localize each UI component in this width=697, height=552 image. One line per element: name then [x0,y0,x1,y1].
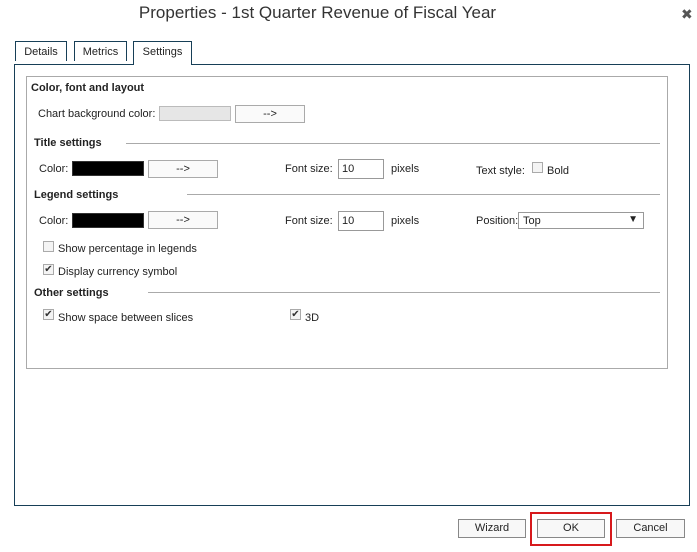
divider [126,143,660,144]
legend-font-size-label: Font size: [285,215,333,227]
legend-font-size-units: pixels [391,215,420,227]
legend-color-picker-button[interactable]: --> [148,211,218,229]
chart-bg-color-swatch [159,106,231,121]
title-font-size-label: Font size: [285,163,333,175]
legend-position-select[interactable]: Top ▼ [518,212,644,229]
currency-symbol-checkbox[interactable]: ✔ [43,264,54,275]
legend-color-label: Color: [39,215,69,227]
divider [148,292,660,293]
chevron-down-icon: ▼ [628,214,638,225]
3d-checkbox[interactable]: ✔ [290,309,301,320]
legend-position-label: Position: [476,215,519,227]
currency-symbol-label: Display currency symbol [58,266,178,278]
bold-label: Bold [547,165,570,177]
show-percentage-label: Show percentage in legends [58,243,197,255]
bold-checkbox[interactable] [532,162,543,173]
title-color-swatch [72,161,144,176]
legend-color-swatch [72,213,144,228]
cancel-button[interactable]: Cancel [616,519,685,538]
show-percentage-checkbox[interactable] [43,241,54,252]
text-style-label: Text style: [476,165,525,177]
title-font-size-units: pixels [391,163,420,175]
legend-font-size-input[interactable]: 10 [338,211,384,231]
section-heading-legend-settings: Legend settings [34,189,119,201]
chart-bg-color-picker-button[interactable]: --> [235,105,305,123]
divider [187,194,660,195]
tab-metrics[interactable]: Metrics [74,41,127,61]
chart-bg-color-label: Chart background color: [38,108,156,120]
legend-position-value: Top [523,215,541,227]
tab-settings[interactable]: Settings [133,41,192,65]
title-color-picker-button[interactable]: --> [148,160,218,178]
3d-label: 3D [305,312,320,324]
close-icon[interactable]: ✖ [681,7,693,21]
space-between-slices-label: Show space between slices [58,312,194,324]
section-heading-color-font-layout: Color, font and layout [31,82,145,94]
title-color-label: Color: [39,163,69,175]
window-title: Properties - 1st Quarter Revenue of Fisc… [138,3,497,22]
section-heading-other-settings: Other settings [34,287,109,299]
wizard-button[interactable]: Wizard [458,519,526,538]
tab-details[interactable]: Details [15,41,67,61]
ok-button[interactable]: OK [537,519,605,538]
title-font-size-input[interactable]: 10 [338,159,384,179]
section-heading-title-settings: Title settings [34,137,102,149]
space-between-slices-checkbox[interactable]: ✔ [43,309,54,320]
